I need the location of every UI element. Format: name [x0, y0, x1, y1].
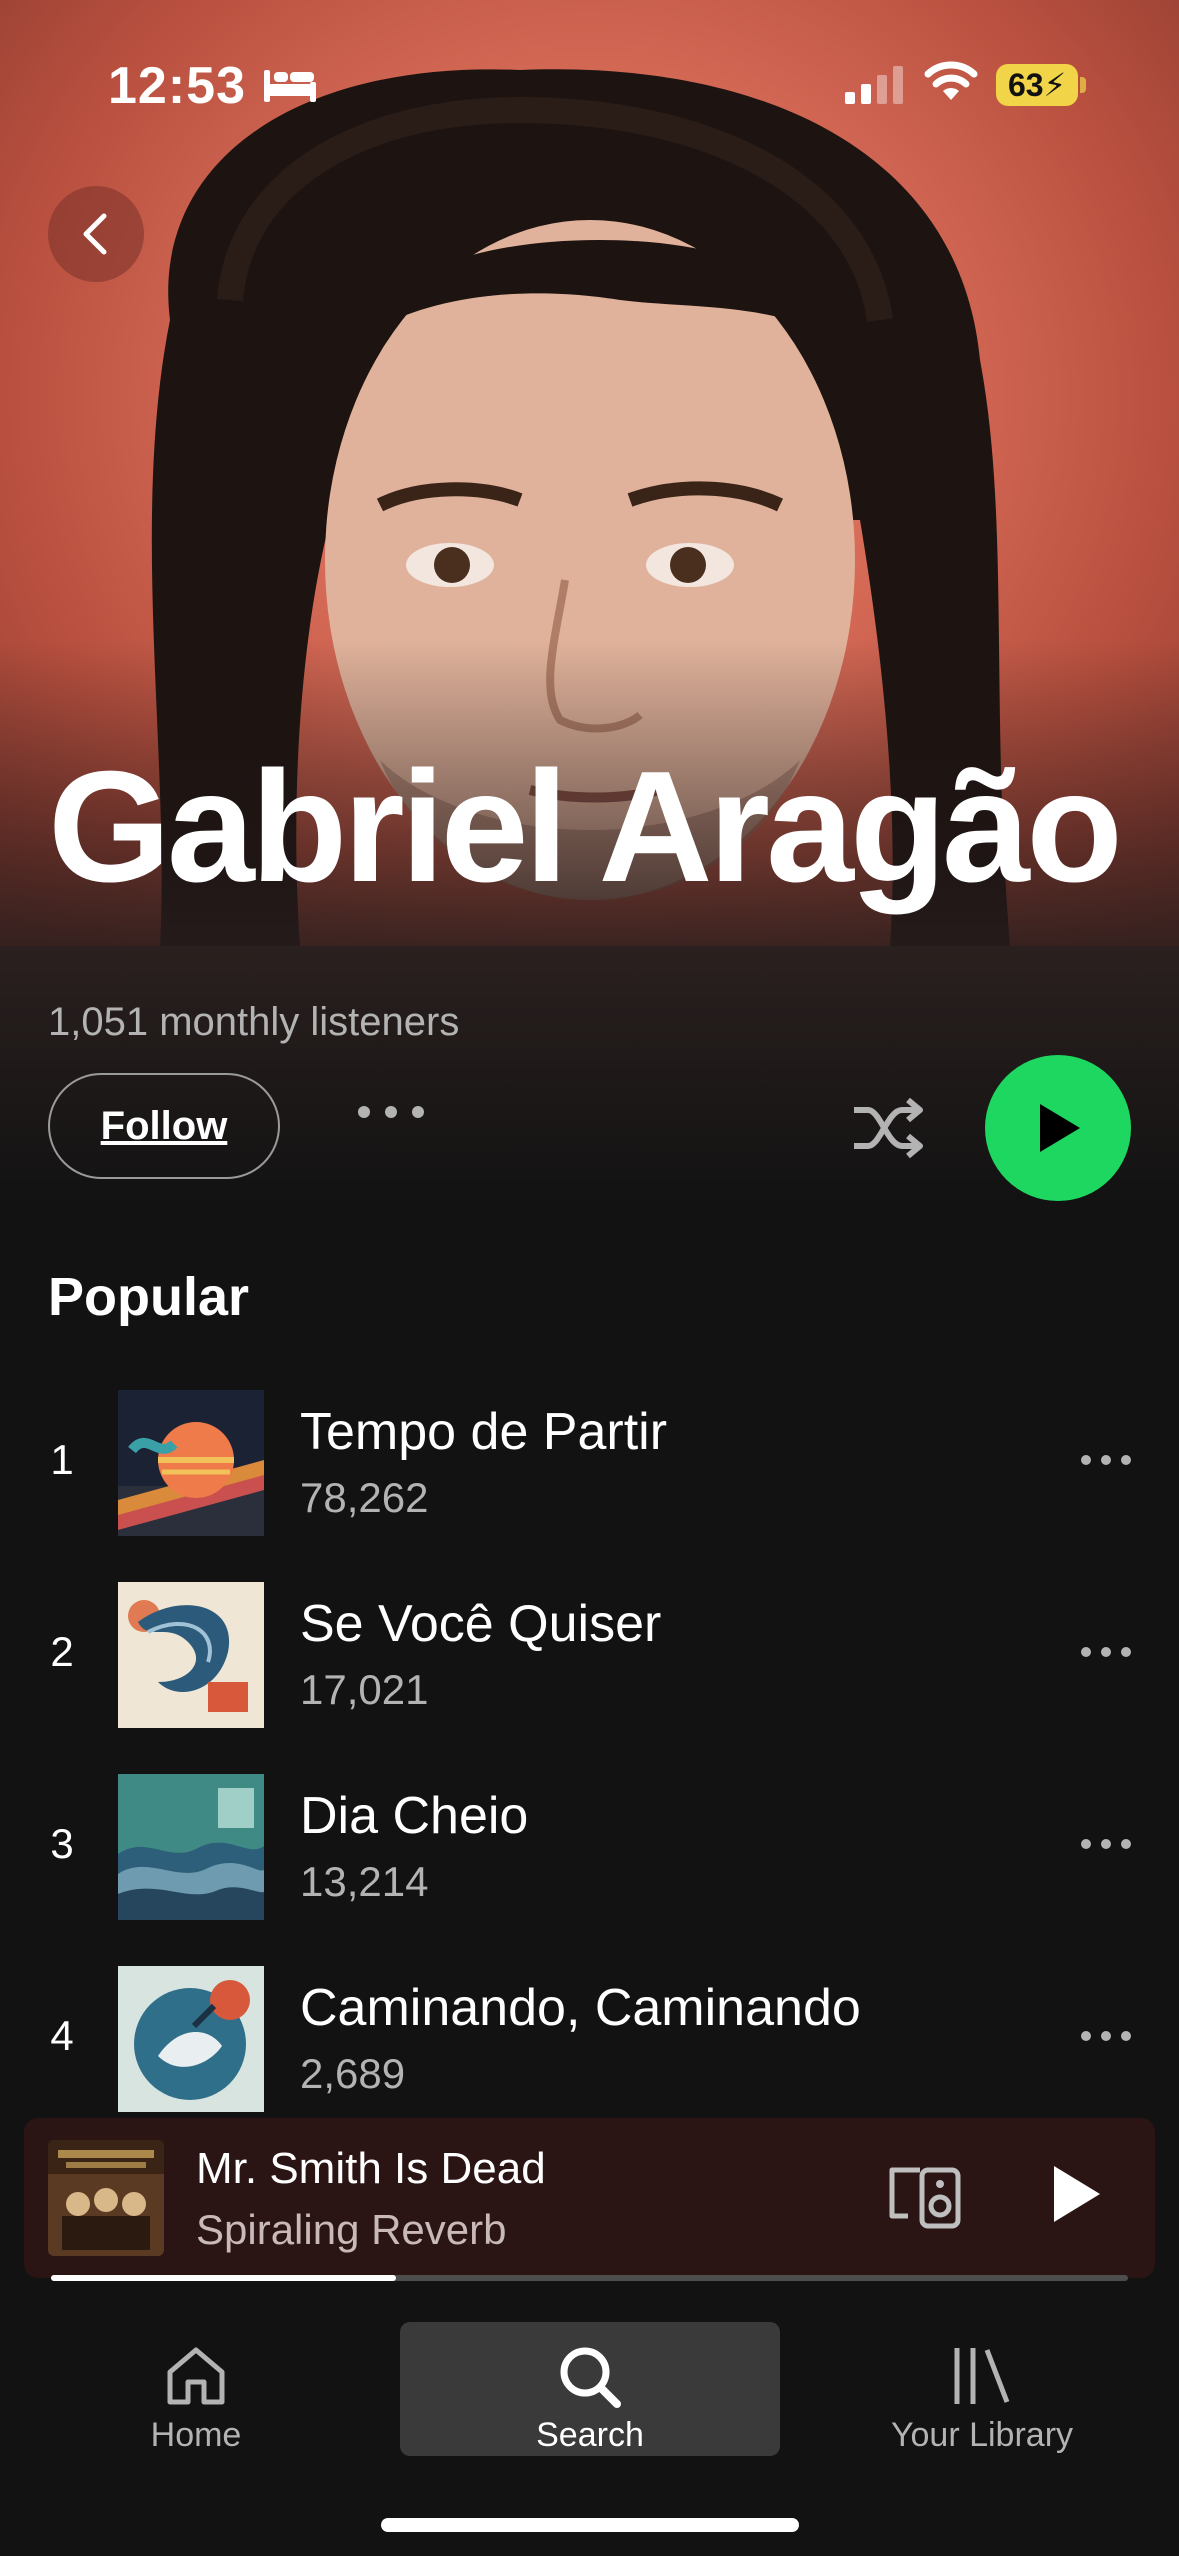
now-playing-progress — [51, 2275, 1128, 2281]
track-row[interactable]: 1 Tempo de Partir 78,262 — [0, 1390, 1179, 1540]
tab-your-library[interactable]: Your Library — [792, 2322, 1172, 2456]
track-row[interactable]: 2 Se Você Quiser 17,021 — [0, 1582, 1179, 1732]
album-art — [118, 1774, 264, 1920]
search-icon — [560, 2347, 621, 2408]
track-title: Tempo de Partir — [300, 1403, 668, 1461]
now-playing-art — [48, 2140, 164, 2256]
battery-level: 63 — [1007, 67, 1044, 103]
status-time: 12:53 — [108, 57, 246, 115]
now-playing-bar[interactable]: Mr. Smith Is Dead Spiraling Reverb — [24, 2118, 1155, 2278]
tab-label: Home — [150, 2416, 242, 2454]
album-art — [118, 1390, 264, 1536]
track-plays: 17,021 — [300, 1666, 429, 1713]
track-more-icon[interactable] — [1080, 1646, 1132, 1658]
now-playing-title: Mr. Smith Is Dead — [196, 2144, 546, 2193]
track-row[interactable]: 3 Dia Cheio 13,214 — [0, 1774, 1179, 1924]
battery-cap — [1080, 77, 1086, 93]
track-more-icon[interactable] — [1080, 1838, 1132, 1850]
mini-play-icon[interactable] — [1048, 2162, 1104, 2226]
track-title: Dia Cheio — [300, 1787, 529, 1845]
status-bar: 12:53 63⚡ — [0, 0, 1179, 160]
album-art — [118, 1582, 264, 1728]
track-more-icon[interactable] — [1080, 2030, 1132, 2042]
home-icon — [167, 2347, 225, 2405]
follow-button[interactable]: Follow — [48, 1073, 280, 1179]
more-options-icon[interactable] — [356, 1104, 426, 1120]
track-plays: 78,262 — [300, 1474, 429, 1521]
track-row[interactable]: 4 Caminando, Caminando 2,689 — [0, 1966, 1179, 2116]
album-art — [118, 1966, 264, 2112]
chevron-left-icon — [83, 213, 107, 255]
tab-home[interactable]: Home — [6, 2322, 386, 2456]
shuffle-icon[interactable] — [850, 1096, 926, 1160]
tab-label: Search — [536, 2416, 644, 2454]
signal-icon — [845, 66, 903, 104]
artist-name: Gabriel Aragão — [48, 739, 1123, 915]
now-playing-artist: Spiraling Reverb — [196, 2206, 507, 2253]
home-indicator — [381, 2518, 799, 2532]
play-icon — [1040, 1104, 1080, 1152]
connect-device-icon[interactable] — [886, 2164, 962, 2230]
track-rank: 3 — [50, 1820, 74, 1867]
play-button[interactable] — [985, 1055, 1131, 1201]
track-rank: 4 — [50, 2012, 74, 2059]
tab-search[interactable]: Search — [400, 2322, 780, 2456]
track-rank: 1 — [50, 1436, 74, 1483]
progress-fill — [51, 2275, 396, 2281]
bed-icon — [264, 70, 316, 102]
track-plays: 13,214 — [300, 1858, 429, 1905]
track-title: Se Você Quiser — [300, 1595, 662, 1653]
popular-heading: Popular — [48, 1267, 250, 1327]
back-button[interactable] — [48, 186, 144, 282]
battery-charging-icon: 63⚡ — [996, 64, 1078, 106]
wifi-icon — [924, 61, 978, 100]
tab-label: Your Library — [890, 2416, 1074, 2454]
track-more-icon[interactable] — [1080, 1454, 1132, 1466]
monthly-listeners: 1,051 monthly listeners — [48, 1000, 460, 1044]
library-icon — [954, 2348, 1010, 2404]
track-rank: 2 — [50, 1628, 74, 1675]
track-title: Caminando, Caminando — [300, 1979, 861, 2037]
track-plays: 2,689 — [300, 2050, 406, 2097]
